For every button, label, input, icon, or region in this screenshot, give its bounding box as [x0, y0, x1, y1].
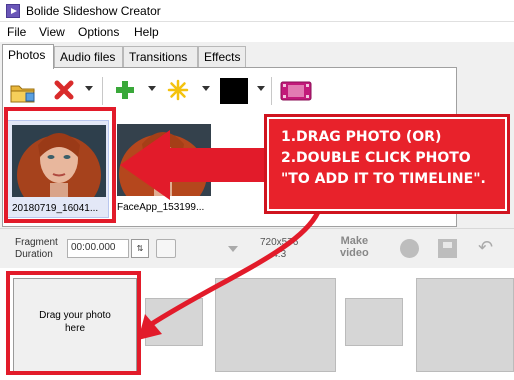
plus-icon: [116, 81, 134, 99]
sparkle-icon: [167, 79, 189, 101]
menu-view[interactable]: View: [39, 25, 65, 39]
timeline: Drag your photo here: [0, 268, 514, 380]
add-dropdown-arrow-icon[interactable]: [148, 86, 156, 91]
app-logo-icon: [6, 4, 20, 18]
delete-dropdown-arrow-icon[interactable]: [85, 86, 93, 91]
fragment-bar: Fragment Duration 00:00.000 ⇅ 720x576 4:…: [0, 228, 514, 268]
menu-bar: File View Options Help: [0, 22, 514, 42]
photo-thumbnail: [117, 124, 211, 196]
instruction-callout: 1.DRAG PHOTO (OR) 2.DOUBLE CLICK PHOTO "…: [264, 114, 510, 214]
callout-line1: 1.DRAG PHOTO (OR): [281, 129, 442, 145]
timeline-photo-slot[interactable]: [416, 278, 514, 372]
add-button[interactable]: [113, 78, 139, 104]
toolbar-separator: [102, 77, 103, 105]
fragment-color-button[interactable]: [156, 239, 176, 258]
tab-audio-files[interactable]: Audio files: [54, 46, 123, 68]
drop-hint-line2: here: [64, 323, 85, 334]
photo-thumbnail: [12, 125, 106, 197]
record-button[interactable]: [400, 239, 419, 258]
make-video-line1: Make: [340, 235, 369, 247]
title-bar: Bolide Slideshow Creator: [0, 0, 514, 22]
drop-hint-line1: Drag your photo: [39, 310, 111, 321]
tab-transitions[interactable]: Transitions: [123, 46, 198, 68]
make-video-line2: video: [340, 247, 369, 259]
background-color-button[interactable]: [220, 78, 248, 104]
make-video-button[interactable]: Make video: [340, 235, 369, 259]
timeline-drop-slot[interactable]: Drag your photo here: [13, 278, 137, 372]
effects-button[interactable]: [166, 78, 192, 104]
timeline-transition-slot[interactable]: [345, 298, 403, 346]
color-dropdown-arrow-icon[interactable]: [257, 86, 265, 91]
save-icon[interactable]: [438, 239, 457, 258]
slideshow-button[interactable]: [279, 78, 313, 104]
tab-photos[interactable]: Photos: [2, 44, 54, 69]
delete-x-icon: [54, 80, 74, 100]
drop-hint: Drag your photo here: [14, 309, 136, 335]
aspect-ratio-value: 4:3: [272, 249, 287, 260]
duration-stepper-button[interactable]: ⇅: [131, 239, 149, 258]
photos-toolbar: [3, 68, 456, 114]
fragment-label-line1: Fragment: [15, 237, 58, 248]
tab-effects[interactable]: Effects: [198, 46, 246, 68]
callout-line3: "TO ADD IT TO TIMELINE".: [281, 171, 486, 187]
menu-help[interactable]: Help: [134, 25, 159, 39]
effects-dropdown-arrow-icon[interactable]: [202, 86, 210, 91]
photo-item[interactable]: 20180719_16041...: [7, 120, 109, 218]
timeline-transition-slot[interactable]: [145, 298, 203, 346]
resolution-readout: 720x576 4:3: [260, 237, 298, 261]
tab-bar: Photos Audio files Transitions Effects: [0, 44, 514, 69]
photo-filename: 20180719_16041...: [12, 203, 99, 214]
duration-input[interactable]: 00:00.000: [67, 239, 129, 258]
resolution-dropdown-arrow-icon[interactable]: [228, 246, 238, 252]
callout-line2: 2.DOUBLE CLICK PHOTO: [281, 150, 471, 166]
photo-item[interactable]: FaceApp_153199...: [113, 120, 215, 218]
open-folder-button[interactable]: [9, 78, 35, 104]
menu-file[interactable]: File: [7, 25, 26, 39]
fragment-duration-label: Fragment Duration: [15, 237, 58, 261]
app-window: Bolide Slideshow Creator File View Optio…: [0, 0, 514, 380]
fragment-label-line2: Duration: [15, 249, 53, 260]
undo-icon[interactable]: ↶: [478, 237, 493, 258]
delete-button[interactable]: [52, 78, 78, 104]
photo-filename: FaceApp_153199...: [117, 202, 205, 213]
folder-icon: [10, 85, 35, 103]
window-title: Bolide Slideshow Creator: [26, 4, 161, 18]
timeline-photo-slot[interactable]: [215, 278, 336, 372]
filmstrip-icon: [280, 81, 312, 101]
menu-options[interactable]: Options: [78, 25, 119, 39]
resolution-value: 720x576: [260, 237, 299, 248]
toolbar-separator: [271, 77, 272, 105]
